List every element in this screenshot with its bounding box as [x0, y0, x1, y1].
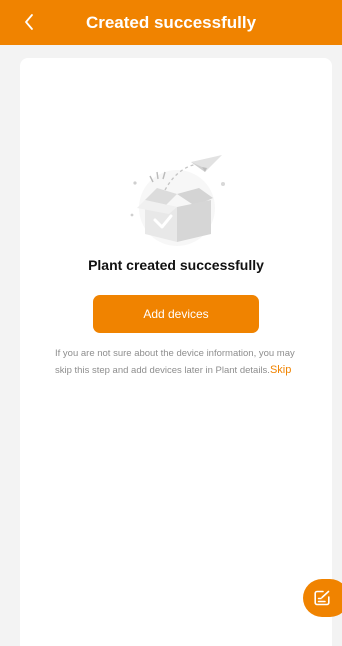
- feedback-button[interactable]: [303, 579, 342, 617]
- content-card: Plant created successfully Add devices I…: [20, 58, 332, 646]
- feedback-icon: [314, 590, 330, 606]
- success-message: Plant created successfully: [88, 257, 264, 273]
- page-title: Created successfully: [85, 13, 257, 32]
- add-devices-button[interactable]: Add devices: [93, 295, 259, 333]
- header-bar: Created successfully: [0, 0, 342, 45]
- skip-link[interactable]: Skip: [270, 364, 291, 376]
- box-paper-plane-illustration: [130, 155, 225, 246]
- hint-text: If you are not sure about the device inf…: [55, 348, 295, 376]
- hint-paragraph: If you are not sure about the device inf…: [55, 345, 305, 379]
- app-screen: Created successfully Plant created succe…: [0, 0, 342, 646]
